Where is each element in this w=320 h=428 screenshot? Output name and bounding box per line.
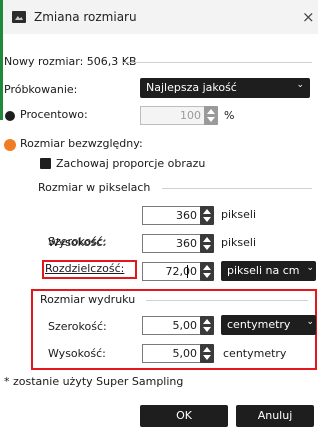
divider <box>122 62 312 63</box>
window-accent-strip <box>0 0 3 120</box>
ok-button[interactable]: OK <box>140 405 228 427</box>
close-icon[interactable]: × <box>302 8 315 26</box>
resolution-spinner-icon[interactable] <box>200 262 214 281</box>
pixel-height-value: 360 <box>176 237 197 250</box>
super-sampling-note: * zostanie użyty Super Sampling <box>4 375 184 388</box>
resolution-input[interactable]: 72,00 <box>142 262 202 281</box>
pixel-width-spinner-icon[interactable] <box>200 206 214 225</box>
chevron-down-icon: ⌄ <box>296 80 304 90</box>
sampling-value: Najlepsza jakość <box>146 81 237 94</box>
resolution-value: 72,00 <box>165 265 198 278</box>
sampling-dropdown[interactable]: Najlepsza jakość ⌄ <box>140 78 310 98</box>
divider <box>146 300 308 301</box>
percent-unit: % <box>224 109 235 122</box>
percent-label: Procentowo: <box>20 108 88 121</box>
cancel-button[interactable]: Anuluj <box>236 405 314 427</box>
pixel-height-label: Wysokość: <box>48 236 106 249</box>
resolution-unit-dropdown[interactable]: pikseli na cm ⌄ <box>221 261 316 281</box>
keep-ratio-checkbox[interactable] <box>40 158 51 169</box>
resolution-unit-value: pikseli na cm <box>227 264 300 277</box>
print-width-spinner-icon[interactable] <box>200 316 214 335</box>
pixel-height-unit: pikseli <box>221 236 257 249</box>
percent-spinner-icon[interactable] <box>204 106 218 125</box>
window-title: Zmiana rozmiaru <box>34 10 137 24</box>
print-width-input[interactable]: 5,00 <box>142 316 202 335</box>
absolute-size-label: Rozmiar bezwzględny: <box>20 137 143 150</box>
absolute-size-radio[interactable] <box>5 140 15 150</box>
pixel-height-spinner-icon[interactable] <box>200 234 214 253</box>
new-size-label: Nowy rozmiar: 506,3 KB <box>4 55 137 68</box>
pixel-height-input[interactable]: 360 <box>142 234 202 253</box>
chevron-down-icon: ⌄ <box>306 263 314 273</box>
percent-input[interactable]: 100 <box>140 106 206 125</box>
pixel-width-value: 360 <box>176 209 197 222</box>
image-app-icon <box>12 11 26 23</box>
print-height-spinner-icon[interactable] <box>200 344 214 363</box>
pixel-width-input[interactable]: 360 <box>142 206 202 225</box>
percent-radio[interactable] <box>5 111 15 121</box>
pixel-size-group-label: Rozmiar w pikselach <box>38 181 151 194</box>
print-size-group-label: Rozmiar wydruku <box>40 293 136 306</box>
print-height-label: Wysokość: <box>48 347 106 360</box>
divider <box>162 188 312 189</box>
percent-value: 100 <box>180 109 201 122</box>
text-caret <box>187 265 188 278</box>
print-width-unit: centymetry <box>227 318 291 331</box>
print-height-unit: centymetry <box>223 347 287 360</box>
print-width-label: Szerokość: <box>48 320 107 333</box>
chevron-down-icon: ⌄ <box>306 317 314 327</box>
print-height-input[interactable]: 5,00 <box>142 344 202 363</box>
print-height-value: 5,00 <box>172 347 198 360</box>
resolution-label: Rozdzielczość: <box>45 262 125 275</box>
sampling-label: Próbkowanie: <box>4 83 78 96</box>
print-width-value: 5,00 <box>172 319 198 332</box>
keep-ratio-label: Zachowaj proporcje obrazu <box>56 157 206 170</box>
pixel-width-unit: pikseli <box>221 208 257 221</box>
print-unit-dropdown[interactable]: centymetry ⌄ <box>221 315 316 335</box>
